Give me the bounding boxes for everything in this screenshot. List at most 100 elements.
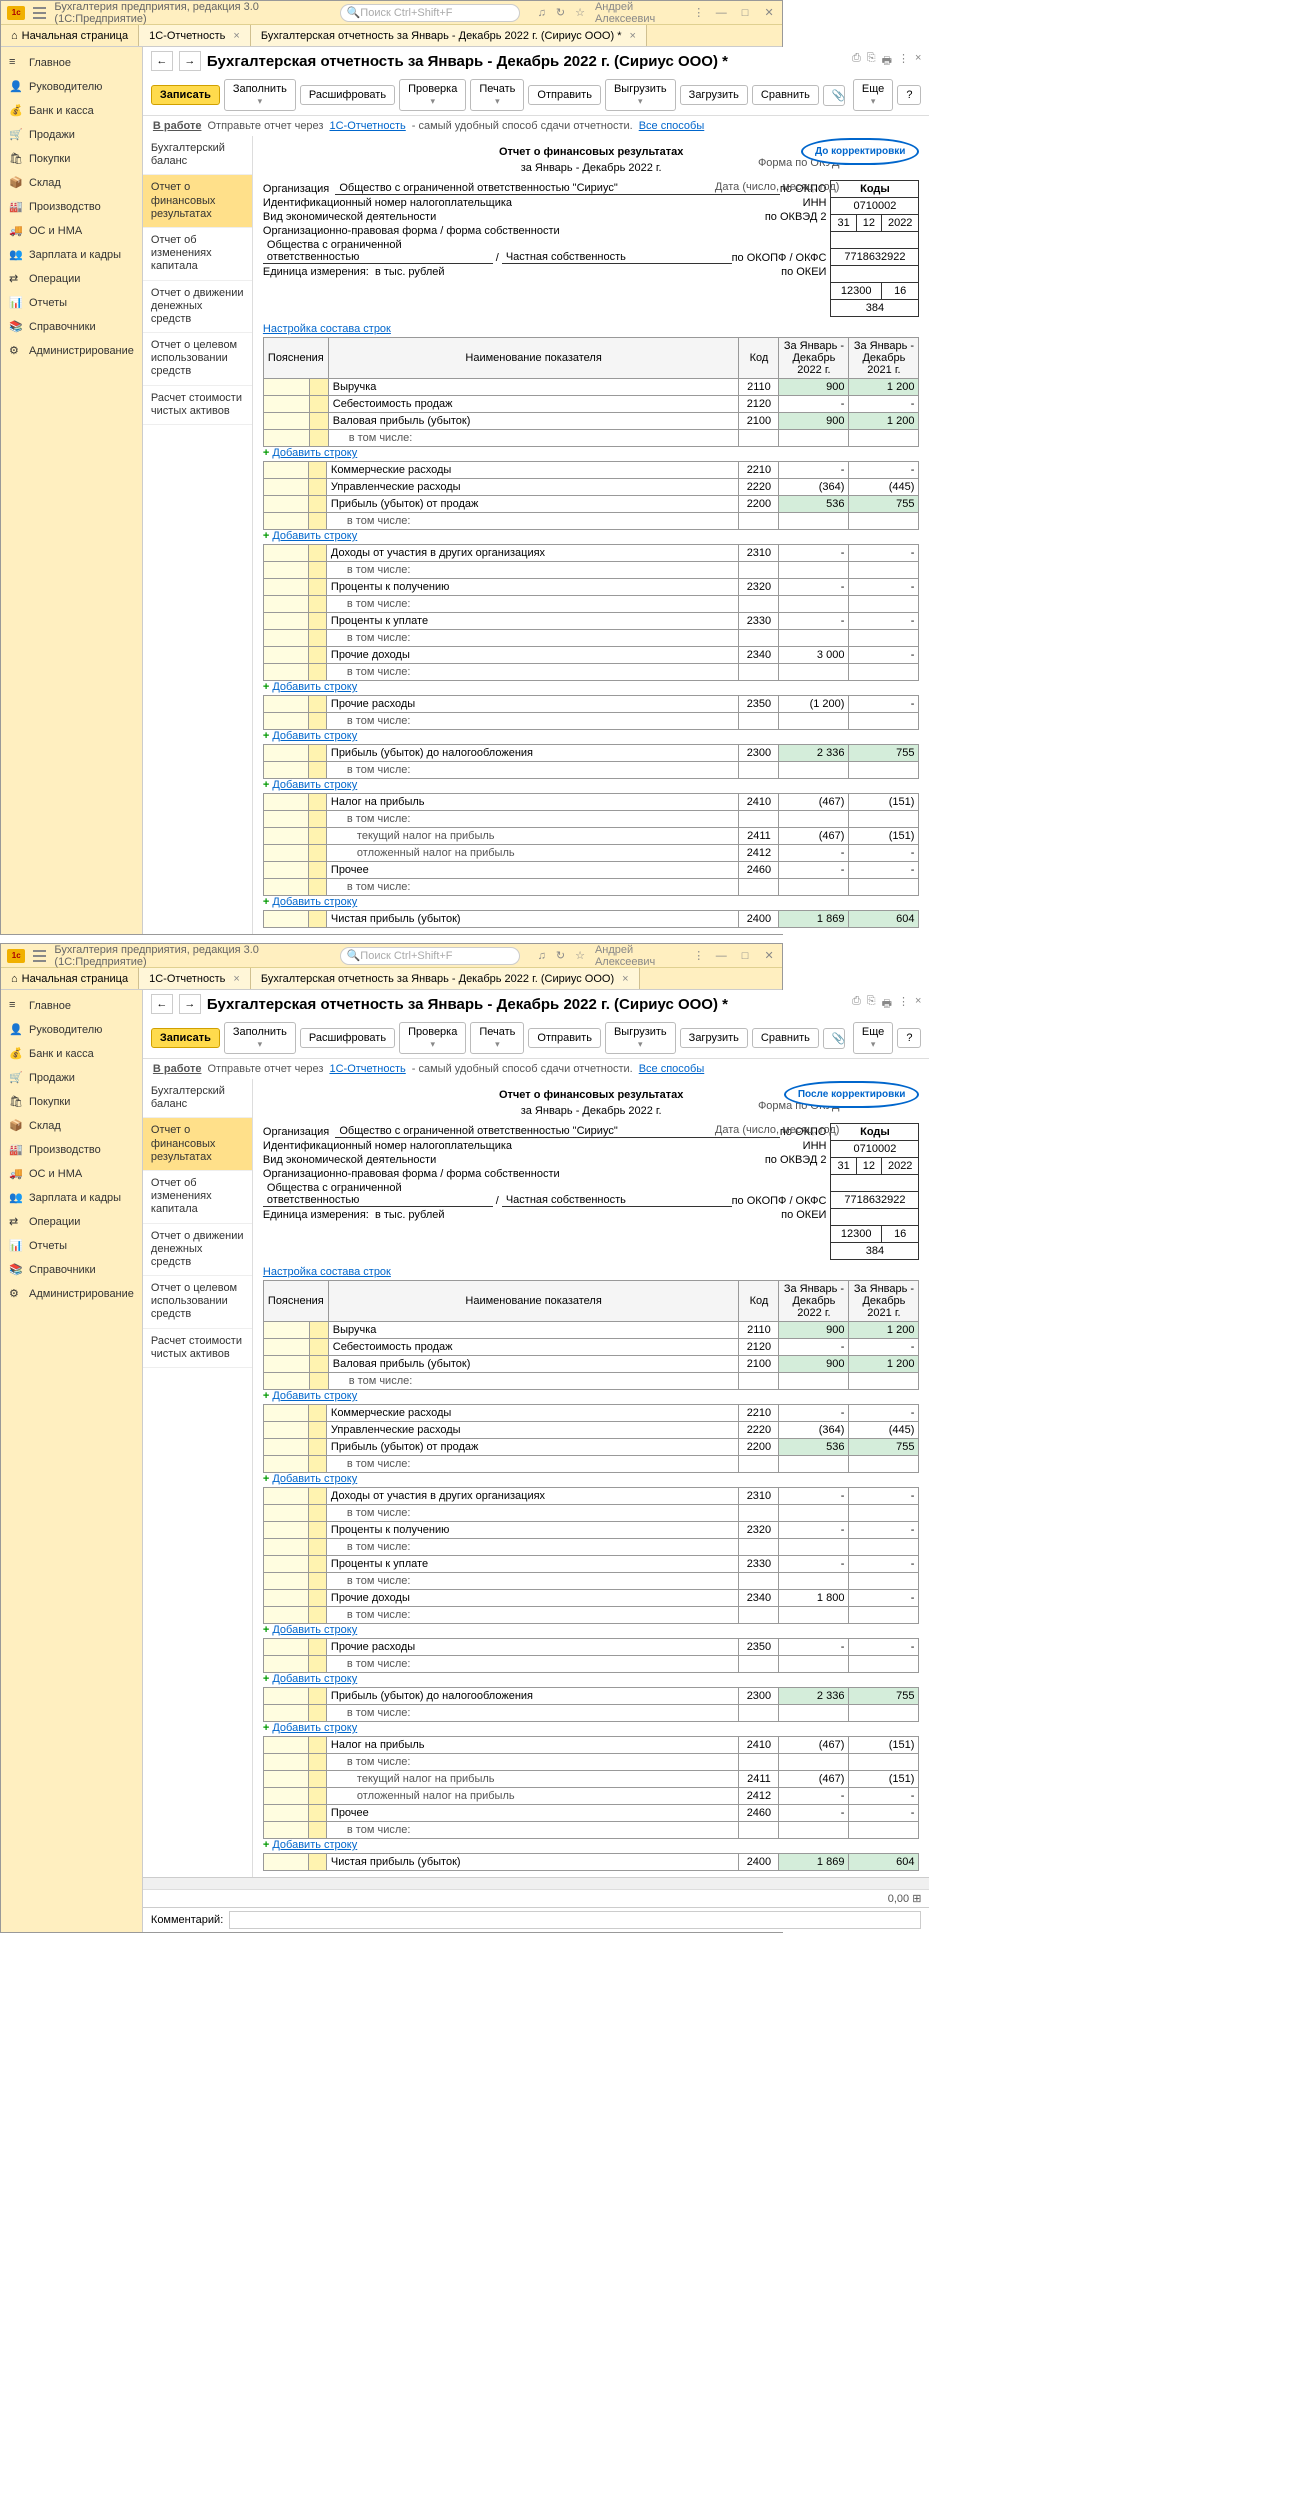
- nav-item[interactable]: 📚Справочники: [1, 1258, 142, 1282]
- back-button[interactable]: ←: [151, 994, 173, 1014]
- close-icon[interactable]: ×: [915, 52, 921, 71]
- fill-button[interactable]: Заполнить: [224, 79, 296, 111]
- more-button[interactable]: Еще: [853, 79, 893, 111]
- section-item[interactable]: Отчет об изменениях капитала: [143, 228, 252, 281]
- comment-input[interactable]: [229, 1911, 921, 1929]
- add-row-link[interactable]: +Добавить строку: [263, 447, 920, 459]
- add-row-link[interactable]: +Добавить строку: [263, 1722, 920, 1734]
- nav-item[interactable]: 🚚ОС и НМА: [1, 1162, 142, 1186]
- save-button[interactable]: Записать: [151, 1028, 220, 1048]
- nav-item[interactable]: ⇄Операции: [1, 267, 142, 291]
- nav-item[interactable]: 👥Зарплата и кадры: [1, 1186, 142, 1210]
- export-icon[interactable]: ⎙: [852, 52, 861, 71]
- nav-item[interactable]: 💰Банк и касса: [1, 99, 142, 123]
- add-row-link[interactable]: +Добавить строку: [263, 681, 920, 693]
- nav-item[interactable]: ≡Главное: [1, 994, 142, 1018]
- nav-item[interactable]: 📦Склад: [1, 1114, 142, 1138]
- tab-1c[interactable]: 1С-Отчетность×: [139, 968, 251, 989]
- fwd-button[interactable]: →: [179, 51, 201, 71]
- close-icon[interactable]: ×: [233, 30, 239, 42]
- section-item[interactable]: Расчет стоимости чистых активов: [143, 386, 252, 425]
- save-button[interactable]: Записать: [151, 85, 220, 105]
- section-item[interactable]: Расчет стоимости чистых активов: [143, 1329, 252, 1368]
- nav-item[interactable]: ≡Главное: [1, 51, 142, 75]
- attach-button[interactable]: 📎: [823, 85, 845, 106]
- back-button[interactable]: ←: [151, 51, 173, 71]
- link-1c[interactable]: 1С-Отчетность: [329, 120, 405, 132]
- nav-item[interactable]: 📚Справочники: [1, 315, 142, 339]
- tab-home[interactable]: ⌂ Начальная страница: [1, 968, 139, 989]
- close-button[interactable]: ✕: [762, 949, 776, 962]
- nav-item[interactable]: 🏭Производство: [1, 195, 142, 219]
- add-row-link[interactable]: +Добавить строку: [263, 896, 920, 908]
- nav-item[interactable]: ⚙Администрирование: [1, 1282, 142, 1306]
- tab-1c[interactable]: 1С-Отчетность×: [139, 25, 251, 46]
- minimize-button[interactable]: —: [714, 950, 728, 962]
- maximize-button[interactable]: □: [738, 7, 752, 19]
- load-button[interactable]: Загрузить: [680, 85, 748, 105]
- nav-item[interactable]: 🛍Покупки: [1, 1090, 142, 1114]
- section-item[interactable]: Отчет о движении денежных средств: [143, 1224, 252, 1277]
- print-icon[interactable]: 🖶: [882, 52, 892, 71]
- add-row-link[interactable]: +Добавить строку: [263, 1673, 920, 1685]
- add-row-link[interactable]: +Добавить строку: [263, 1624, 920, 1636]
- tab-report[interactable]: Бухгалтерская отчетность за Январь - Дек…: [251, 25, 647, 46]
- nav-item[interactable]: 📦Склад: [1, 171, 142, 195]
- more-icon[interactable]: ⋮: [898, 52, 909, 71]
- section-item[interactable]: Отчет о целевом использовании средств: [143, 333, 252, 386]
- add-row-link[interactable]: +Добавить строку: [263, 1839, 920, 1851]
- star-icon[interactable]: ☆: [575, 949, 585, 962]
- menu-icon[interactable]: [33, 950, 46, 962]
- section-item[interactable]: Бухгалтерский баланс: [143, 1079, 252, 1118]
- print-button[interactable]: Печать: [470, 79, 524, 111]
- maximize-button[interactable]: □: [738, 950, 752, 962]
- check-button[interactable]: Проверка: [399, 79, 466, 111]
- send-button[interactable]: Отправить: [528, 85, 601, 105]
- fwd-button[interactable]: →: [179, 994, 201, 1014]
- org-value[interactable]: Общество с ограниченной ответственностью…: [335, 182, 780, 195]
- tab-home[interactable]: ⌂ Начальная страница: [1, 25, 139, 46]
- bell-icon[interactable]: ♫: [538, 7, 546, 19]
- section-item[interactable]: Отчет о финансовых результатах: [143, 175, 252, 228]
- search-input[interactable]: 🔍 Поиск Ctrl+Shift+F: [340, 4, 520, 22]
- tune-link[interactable]: Настройка состава строк: [263, 323, 391, 335]
- nav-item[interactable]: 🛒Продажи: [1, 1066, 142, 1090]
- nav-item[interactable]: ⇄Операции: [1, 1210, 142, 1234]
- nav-item[interactable]: 🛒Продажи: [1, 123, 142, 147]
- section-item[interactable]: Отчет о финансовых результатах: [143, 1118, 252, 1171]
- section-item[interactable]: Отчет о целевом использовании средств: [143, 1276, 252, 1329]
- nav-item[interactable]: 💰Банк и касса: [1, 1042, 142, 1066]
- section-item[interactable]: Отчет об изменениях капитала: [143, 1171, 252, 1224]
- user-name[interactable]: Андрей Алексеевич: [595, 1, 683, 25]
- decode-button[interactable]: Расшифровать: [300, 85, 395, 105]
- add-row-link[interactable]: +Добавить строку: [263, 730, 920, 742]
- nav-item[interactable]: 🚚ОС и НМА: [1, 219, 142, 243]
- menu-icon[interactable]: [33, 7, 46, 19]
- compare-button[interactable]: Сравнить: [752, 85, 819, 105]
- bell-icon[interactable]: ♫: [538, 950, 546, 962]
- section-item[interactable]: Бухгалтерский баланс: [143, 136, 252, 175]
- nav-item[interactable]: 📊Отчеты: [1, 1234, 142, 1258]
- search-input[interactable]: 🔍 Поиск Ctrl+Shift+F: [340, 947, 520, 965]
- star-icon[interactable]: ☆: [575, 6, 585, 19]
- nav-item[interactable]: 👤Руководителю: [1, 1018, 142, 1042]
- add-row-link[interactable]: +Добавить строку: [263, 779, 920, 791]
- nav-item[interactable]: 🛍Покупки: [1, 147, 142, 171]
- nav-item[interactable]: 🏭Производство: [1, 1138, 142, 1162]
- nav-item[interactable]: 👥Зарплата и кадры: [1, 243, 142, 267]
- scrollbar[interactable]: [143, 1877, 930, 1889]
- section-item[interactable]: Отчет о движении денежных средств: [143, 281, 252, 334]
- unload-button[interactable]: Выгрузить: [605, 79, 676, 111]
- history-icon[interactable]: ↻: [556, 6, 565, 19]
- nav-item[interactable]: 📊Отчеты: [1, 291, 142, 315]
- add-row-link[interactable]: +Добавить строку: [263, 1473, 920, 1485]
- minimize-button[interactable]: —: [714, 7, 728, 19]
- add-row-link[interactable]: +Добавить строку: [263, 1390, 920, 1402]
- link-all[interactable]: Все способы: [639, 120, 705, 132]
- close-icon[interactable]: ×: [629, 30, 635, 42]
- nav-item[interactable]: ⚙Администрирование: [1, 339, 142, 363]
- link-icon[interactable]: ⎘: [867, 52, 876, 71]
- history-icon[interactable]: ↻: [556, 949, 565, 962]
- tab-report[interactable]: Бухгалтерская отчетность за Январь - Дек…: [251, 968, 640, 989]
- dots-icon[interactable]: ⋮: [693, 6, 704, 19]
